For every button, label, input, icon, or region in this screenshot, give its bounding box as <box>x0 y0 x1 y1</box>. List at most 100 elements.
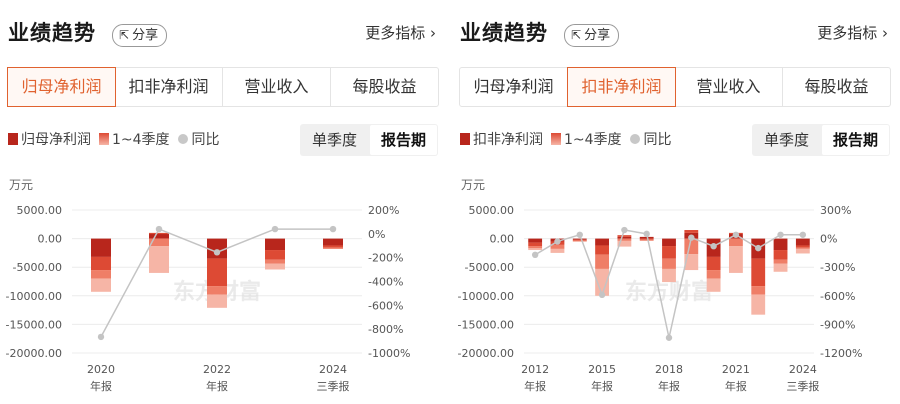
legend-item-yoy[interactable]: 同比 <box>177 129 220 149</box>
legend-label: 归母净利润 <box>21 132 91 148</box>
x-tick-label: 2015 <box>588 363 616 376</box>
y-left-tick-label: -20000.00 <box>458 347 514 360</box>
bar-segment <box>595 238 609 246</box>
tab-revenue[interactable]: 营业收入 <box>223 68 331 106</box>
y-right-tick-label: 0% <box>820 233 837 246</box>
bar-segment <box>265 259 285 264</box>
x-tick-label: 2024 <box>319 363 347 376</box>
tab-deducted-net-profit[interactable]: 扣非净利润 <box>567 67 676 107</box>
y-left-tick-label: -20000.00 <box>6 347 62 360</box>
period-report-button[interactable]: 报告期 <box>822 125 889 155</box>
yoy-point <box>271 225 279 233</box>
tab-eps[interactable]: 每股收益 <box>783 68 890 106</box>
bar-segment <box>323 245 343 248</box>
share-icon: ⇱ <box>119 28 130 42</box>
legend-item-quarters[interactable]: 1~4季度 <box>551 129 622 149</box>
bar-segment <box>265 263 285 270</box>
y-right-tick-label: 200% <box>368 204 399 217</box>
x-tick-sublabel: 年报 <box>725 379 747 393</box>
legend-item-metric[interactable]: 扣非净利润 <box>460 129 543 149</box>
unit-label: 万元 <box>9 178 34 192</box>
y-right-tick-label: -200% <box>368 252 403 265</box>
bar-segment <box>662 246 676 259</box>
legend-dot <box>629 134 640 144</box>
bar-segment <box>323 247 343 249</box>
x-tick-label: 2020 <box>87 363 115 376</box>
tab-net-profit[interactable]: 归母净利润 <box>460 68 568 106</box>
share-button[interactable]: ⇱ 分享 <box>112 24 168 47</box>
period-toggle: 单季度 报告期 <box>752 124 890 156</box>
x-tick-sublabel: 年报 <box>90 379 112 393</box>
share-label: 分享 <box>132 28 159 43</box>
period-quarterly-button[interactable]: 单季度 <box>301 125 368 155</box>
tab-eps[interactable]: 每股收益 <box>331 68 438 106</box>
yoy-point <box>554 238 561 245</box>
tab-deducted-net-profit[interactable]: 扣非净利润 <box>115 68 223 106</box>
tab-revenue[interactable]: 营业收入 <box>675 68 783 106</box>
more-label: 更多指标 <box>365 24 426 42</box>
legend-label: 扣非净利润 <box>473 132 543 148</box>
bar-segment <box>662 268 676 283</box>
y-left-tick-label: -10000.00 <box>6 290 62 303</box>
y-left-tick-label: -5000.00 <box>13 261 62 274</box>
period-quarterly-button[interactable]: 单季度 <box>753 125 820 155</box>
bar-segment <box>550 244 565 249</box>
bar-segment <box>795 238 810 246</box>
bar-segment <box>572 238 587 240</box>
bar-segment <box>207 258 227 287</box>
bar-segment <box>323 238 343 246</box>
x-tick-sublabel: 年报 <box>591 379 613 393</box>
legend-item-yoy[interactable]: 同比 <box>629 129 672 149</box>
legend-dot <box>177 134 188 144</box>
yoy-point <box>576 231 583 238</box>
share-icon: ⇱ <box>571 28 582 42</box>
panel-right: 业绩趋势 ⇱ 分享 更多指标 › 归母净利润 扣非净利润 营业收入 每股收益 扣… <box>452 0 894 404</box>
more-indicators-link[interactable]: 更多指标 › <box>365 22 436 43</box>
y-left-tick-label: -5000.00 <box>465 261 514 274</box>
y-left-tick-label: 0.00 <box>38 233 63 246</box>
bar-segment <box>265 250 285 260</box>
x-tick-label: 2024 <box>789 363 817 376</box>
bar-segment <box>617 236 632 239</box>
y-left-tick-label: 5000.00 <box>469 204 515 217</box>
yoy-point <box>710 243 717 250</box>
bar-segment <box>729 238 743 247</box>
bar-segment <box>795 245 810 248</box>
yoy-point <box>755 244 762 252</box>
y-right-tick-label: -400% <box>368 276 403 289</box>
x-tick-label: 2018 <box>655 363 683 376</box>
period-report-button[interactable]: 报告期 <box>370 125 437 155</box>
x-tick-sublabel: 年报 <box>206 379 228 393</box>
more-indicators-link[interactable]: 更多指标 › <box>817 22 888 43</box>
legend-label: 同比 <box>191 132 220 148</box>
bar-segment <box>265 238 285 251</box>
y-right-tick-label: -1000% <box>368 347 410 360</box>
x-tick-sublabel: 三季报 <box>317 379 350 393</box>
bar-segment <box>91 238 111 257</box>
legend-label: 1~4季度 <box>112 132 170 148</box>
y-right-tick-label: -300% <box>820 261 855 274</box>
share-button[interactable]: ⇱ 分享 <box>564 24 620 47</box>
section-title: 业绩趋势 <box>460 21 548 45</box>
tab-net-profit[interactable]: 归母净利润 <box>7 67 116 107</box>
x-tick-label: 2021 <box>722 363 750 376</box>
x-tick-sublabel: 年报 <box>524 379 546 393</box>
y-left-tick-label: -10000.00 <box>458 290 514 303</box>
chevron-right-icon: › <box>882 24 888 42</box>
yoy-point <box>213 249 221 256</box>
yoy-point <box>97 333 105 341</box>
y-left-tick-label: 5000.00 <box>17 204 63 217</box>
bar-segment <box>706 270 721 279</box>
y-right-tick-label: -600% <box>820 290 855 303</box>
bar-segment <box>528 246 543 249</box>
legend-label: 同比 <box>643 132 672 148</box>
bar-segment <box>149 246 169 273</box>
x-tick-label: 2012 <box>521 363 549 376</box>
legend-item-metric[interactable]: 归母净利润 <box>8 129 91 149</box>
bar-segment <box>528 248 543 251</box>
yoy-point <box>598 291 606 299</box>
watermark: 东方财富 <box>625 279 713 305</box>
yoy-point <box>688 234 695 241</box>
chart-right: 5000.00 0.00 -5000.00 -10000.00 -15000.00 -20… <box>458 204 863 393</box>
legend-item-quarters[interactable]: 1~4季度 <box>99 129 170 149</box>
